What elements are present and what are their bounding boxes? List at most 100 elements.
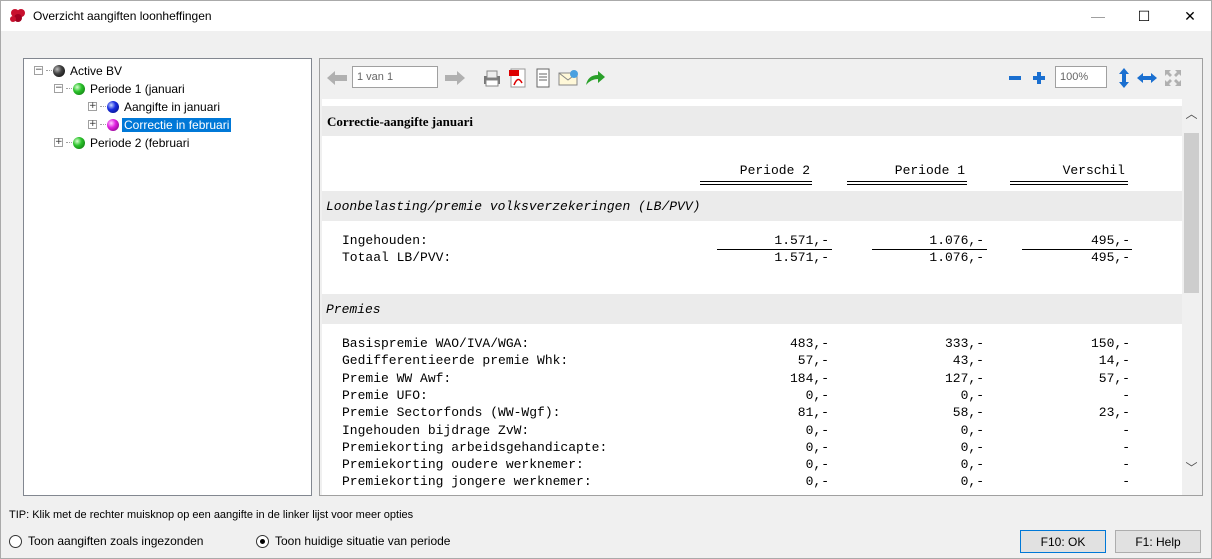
- cell-value: 0,-: [960, 457, 984, 472]
- cell-value: 0,-: [960, 423, 984, 438]
- column-header: Periode 2: [739, 163, 810, 178]
- radio-label: Toon aangiften zoals ingezonden: [28, 534, 204, 548]
- cell-value: 81,-: [797, 405, 829, 420]
- scroll-up-icon[interactable]: ︿: [1184, 105, 1199, 122]
- tree-node-label: Periode 2 (februari: [90, 135, 190, 150]
- cell-value: 1.571,-: [774, 233, 829, 248]
- scroll-thumb[interactable]: [1184, 133, 1199, 293]
- email-icon[interactable]: [557, 67, 581, 89]
- document-icon[interactable]: [532, 67, 554, 89]
- cell-value: 0,-: [805, 423, 829, 438]
- cell-value: 0,-: [960, 440, 984, 455]
- section-band-premies: Premies: [322, 294, 1182, 324]
- cell-value: -: [1122, 457, 1130, 472]
- printer-icon[interactable]: [480, 67, 504, 89]
- row-label: Premiekorting jongere werknemer:: [342, 474, 592, 489]
- ok-button[interactable]: F10: OK: [1020, 530, 1106, 553]
- zoom-out-icon[interactable]: [1006, 67, 1024, 89]
- tip-text: TIP: Klik met de rechter muisknop op een…: [9, 509, 414, 521]
- report-title: Correctie-aangifte januari: [327, 114, 473, 129]
- section-band-lbpvv: Loonbelasting/premie volksverzekeringen …: [322, 191, 1182, 221]
- section-title: Premies: [326, 302, 381, 317]
- green-ball-icon: [73, 82, 85, 95]
- cell-value: -: [1122, 440, 1130, 455]
- cell-value: 184,-: [789, 371, 829, 386]
- radio-label: Toon huidige situatie van periode: [275, 534, 451, 548]
- blue-ball-icon: [107, 100, 119, 113]
- cell-value: 0,-: [805, 457, 829, 472]
- tree-node-correctie-februari[interactable]: + Correctie in februari: [88, 116, 232, 133]
- zoom-level-input[interactable]: 100%: [1055, 66, 1107, 88]
- cell-value: 333,-: [944, 336, 984, 351]
- full-page-icon[interactable]: [1162, 67, 1184, 89]
- column-underline: [1010, 181, 1128, 185]
- report-page: Correctie-aangifte januari Periode 2 Per…: [322, 99, 1182, 495]
- report-title-band: Correctie-aangifte januari: [322, 106, 1182, 136]
- cell-value: 23,-: [1098, 405, 1130, 420]
- magenta-ball-icon: [107, 118, 119, 131]
- row-label: Ingehouden bijdrage ZvW:: [342, 423, 530, 438]
- cell-value: 57,-: [1098, 371, 1130, 386]
- help-button[interactable]: F1: Help: [1115, 530, 1201, 553]
- section-title: Loonbelasting/premie volksverzekeringen …: [326, 199, 701, 214]
- row-label: Premie UFO:: [342, 388, 428, 403]
- cell-value: -: [1122, 388, 1130, 403]
- pdf-icon[interactable]: [506, 67, 530, 89]
- cell-value: 1.076,-: [929, 250, 984, 265]
- close-button[interactable]: ✕: [1167, 1, 1212, 31]
- cell-value: 58,-: [952, 405, 984, 420]
- row-label: Premie WW Awf:: [342, 371, 452, 386]
- aangifte-tree[interactable]: − Active BV − Periode 1 (januari + Aangi…: [23, 58, 312, 496]
- tree-node-aangifte-januari[interactable]: + Aangifte in januari: [88, 98, 222, 115]
- cell-value: 127,-: [944, 371, 984, 386]
- forward-arrow-icon[interactable]: [442, 67, 468, 89]
- radio-button-checked[interactable]: [256, 534, 269, 548]
- expand-icon[interactable]: +: [54, 138, 63, 147]
- radio-as-submitted[interactable]: Toon aangiften zoals ingezonden: [9, 534, 203, 548]
- fit-width-icon[interactable]: [1135, 67, 1159, 89]
- column-header: Periode 1: [894, 163, 965, 178]
- expand-icon[interactable]: +: [88, 102, 97, 111]
- cell-value: 495,-: [1090, 233, 1130, 248]
- tree-node-active-bv[interactable]: − Active BV: [34, 62, 124, 79]
- column-header: Verschil: [1062, 163, 1125, 178]
- vertical-scrollbar[interactable]: ︿ ﹀: [1182, 99, 1201, 495]
- expand-icon[interactable]: +: [88, 120, 97, 129]
- main-window: Overzicht aangiften loonheffingen — ☐ ✕ …: [0, 0, 1212, 559]
- cell-value: 150,-: [1090, 336, 1130, 351]
- back-arrow-icon[interactable]: [324, 67, 350, 89]
- cell-value: 43,-: [952, 353, 984, 368]
- tree-node-label: Correctie in februari: [122, 117, 232, 132]
- row-label: Ingehouden:: [342, 233, 428, 248]
- cell-value: 0,-: [805, 474, 829, 489]
- cell-value: 0,-: [960, 474, 984, 489]
- maximize-button[interactable]: ☐: [1121, 1, 1167, 31]
- viewer-toolbar: 1 van 1 100%: [320, 59, 1202, 97]
- cell-value: -: [1122, 474, 1130, 489]
- collapse-icon[interactable]: −: [34, 66, 43, 75]
- cell-value: 0,-: [805, 440, 829, 455]
- cell-value: 0,-: [960, 388, 984, 403]
- export-arrow-icon[interactable]: [583, 67, 607, 89]
- fit-height-icon[interactable]: [1115, 67, 1133, 89]
- radio-button-unchecked[interactable]: [9, 534, 22, 548]
- radio-current-situation[interactable]: Toon huidige situatie van periode: [256, 534, 450, 548]
- tree-node-label: Aangifte in januari: [124, 99, 221, 114]
- row-label: Totaal LB/PVV:: [342, 250, 452, 265]
- cell-value: -: [1122, 423, 1130, 438]
- tree-node-periode-2[interactable]: + Periode 2 (februari: [54, 134, 191, 151]
- tree-node-periode-1[interactable]: − Periode 1 (januari: [54, 80, 187, 97]
- cell-value: 1.571,-: [774, 250, 829, 265]
- report-viewer: 1 van 1 100% Correctie-aangifte januari …: [319, 58, 1203, 496]
- collapse-icon[interactable]: −: [54, 84, 63, 93]
- cell-value: 57,-: [797, 353, 829, 368]
- row-label: Gedifferentieerde premie Whk:: [342, 353, 569, 368]
- row-label: Premiekorting arbeidsgehandicapte:: [342, 440, 608, 455]
- tree-node-label: Active BV: [70, 63, 123, 78]
- page-indicator[interactable]: 1 van 1: [352, 66, 438, 88]
- cell-value: 483,-: [789, 336, 829, 351]
- minimize-button[interactable]: —: [1075, 1, 1121, 31]
- row-label: Premiekorting oudere werknemer:: [342, 457, 584, 472]
- scroll-down-icon[interactable]: ﹀: [1184, 459, 1199, 476]
- zoom-in-icon[interactable]: [1030, 67, 1048, 89]
